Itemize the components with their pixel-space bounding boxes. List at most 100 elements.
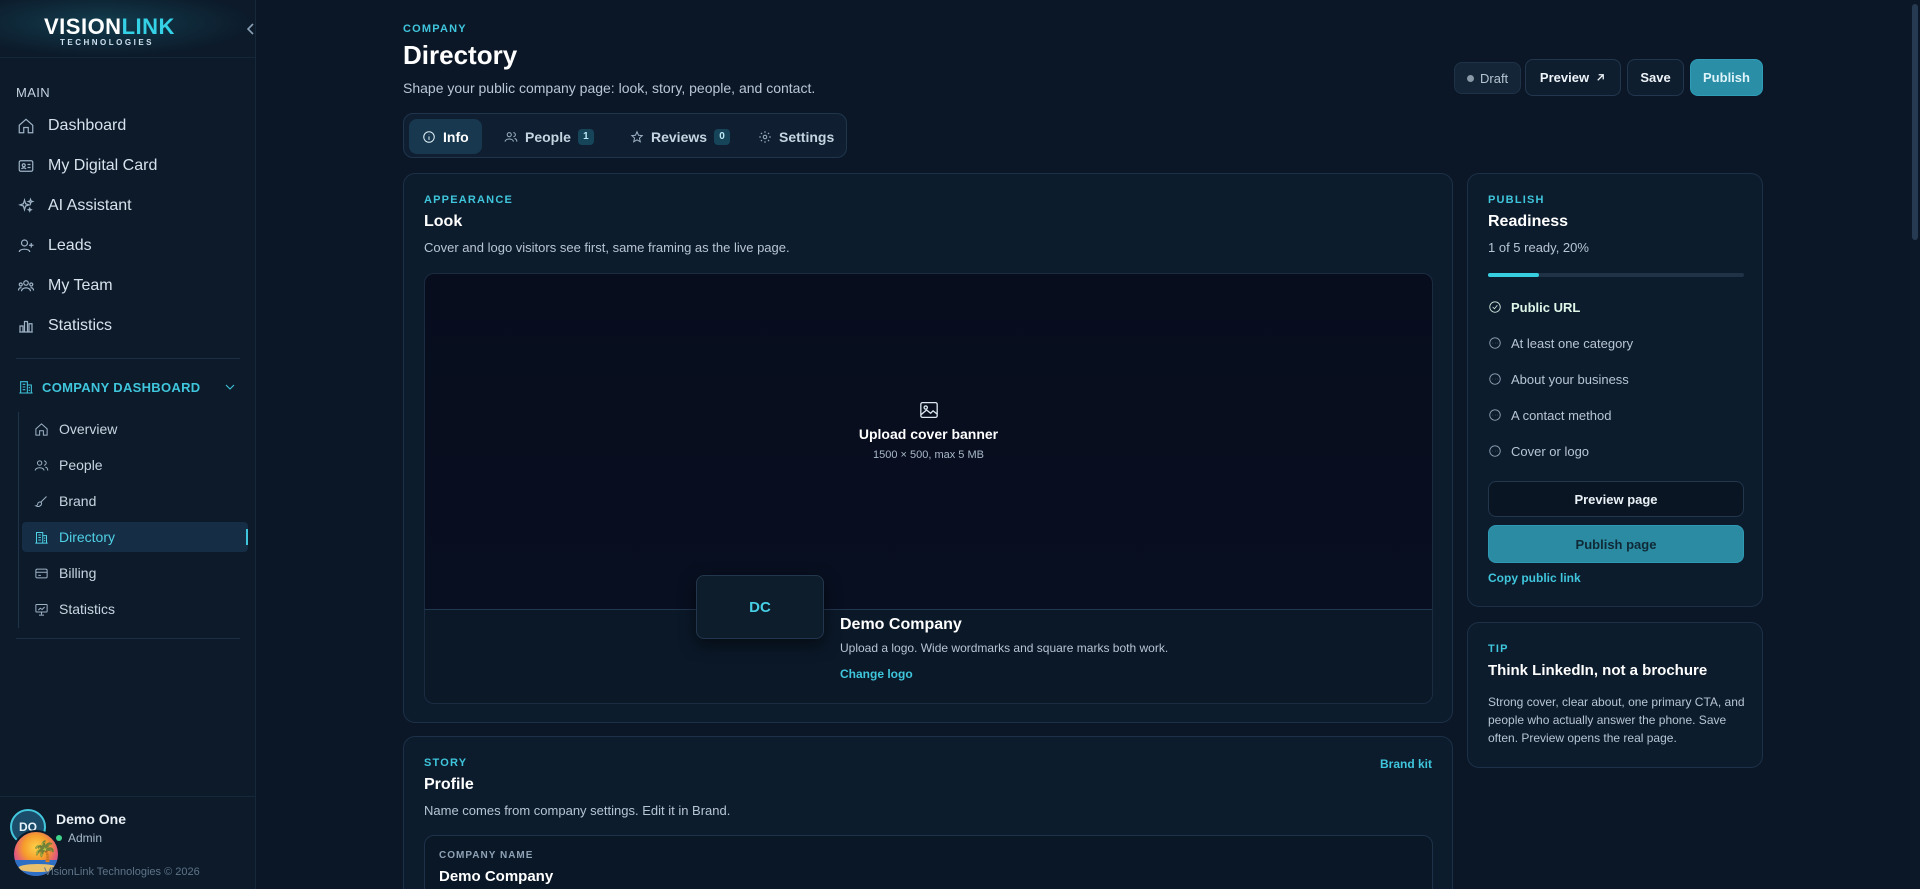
save-label: Save: [1640, 70, 1671, 85]
field-value: Demo Company: [439, 868, 554, 885]
save-button[interactable]: Save: [1627, 59, 1684, 96]
tip-card: TIP Think LinkedIn, not a brochure Stron…: [1467, 622, 1763, 768]
page-subtitle: Shape your public company page: look, st…: [403, 80, 816, 96]
sidebar-divider: [16, 358, 240, 359]
external-link-icon: [1597, 74, 1604, 81]
tab-info[interactable]: Info: [409, 119, 482, 154]
nav-item-label: My Digital Card: [48, 157, 158, 174]
chevron-down-icon: [225, 384, 235, 390]
tab-reviews[interactable]: Reviews 0: [617, 119, 743, 154]
users-icon: [504, 131, 518, 142]
checklist-label: Public URL: [1511, 299, 1581, 315]
checklist-item-cover-logo: Cover or logo: [1488, 441, 1589, 461]
brand-logo[interactable]: VISIONLINK TECHNOLOGIES: [44, 14, 174, 48]
logo-hint: Upload a logo. Wide wordmarks and square…: [840, 641, 1169, 655]
user-name: Demo One: [56, 811, 127, 827]
subnav-item-label: People: [59, 457, 103, 473]
nav-item-label: Dashboard: [48, 117, 127, 134]
nav-item-label: My Team: [48, 277, 113, 294]
subnav-item-overview[interactable]: Overview: [22, 414, 248, 444]
brand-word-a: VISION: [44, 14, 122, 39]
tab-bar: Info People 1 Reviews 0 Settings: [403, 113, 847, 158]
tip-body: Strong cover, clear about, one primary C…: [1488, 695, 1745, 745]
nav-item-my-team[interactable]: My Team: [16, 270, 244, 302]
building-icon: [35, 531, 48, 544]
checklist-item-about: About your business: [1488, 369, 1629, 389]
subnav-item-brand[interactable]: Brand: [22, 486, 248, 516]
readiness-progress-fill: [1488, 273, 1540, 277]
tab-settings[interactable]: Settings: [745, 119, 847, 154]
tip-title: Think LinkedIn, not a brochure: [1488, 662, 1708, 679]
subnav-guide-line: [18, 412, 19, 628]
section-description: Name comes from company settings. Edit i…: [424, 803, 731, 818]
upload-title: Upload cover banner: [858, 426, 999, 442]
checklist-label: A contact method: [1511, 407, 1612, 423]
company-dashboard-label: COMPANY DASHBOARD: [42, 379, 201, 395]
section-label-main: MAIN: [16, 85, 51, 100]
nav-item-dashboard[interactable]: Dashboard: [16, 110, 244, 142]
subnav-item-directory[interactable]: Directory: [22, 522, 248, 552]
pending-circle-icon: [1489, 409, 1501, 421]
subnav-item-label: Statistics: [59, 601, 116, 617]
cover-banner-upload[interactable]: Upload cover banner 1500 × 500, max 5 MB: [424, 273, 1433, 609]
subnav-item-billing[interactable]: Billing: [22, 558, 248, 588]
nav-item-statistics[interactable]: Statistics: [16, 310, 244, 342]
check-circle-icon: [1489, 301, 1501, 313]
preview-label: Preview: [1539, 70, 1590, 85]
main-content: COMPANY Directory Shape your public comp…: [256, 0, 1920, 889]
sidebar-divider: [16, 638, 240, 639]
user-role: Admin: [56, 831, 102, 845]
preview-button[interactable]: Preview: [1525, 59, 1621, 96]
change-logo-link[interactable]: Change logo: [840, 667, 913, 681]
scrollbar-thumb[interactable]: [1912, 4, 1918, 240]
brand-kit-link[interactable]: Brand kit: [1380, 757, 1432, 771]
subnav-item-label: Billing: [59, 565, 97, 581]
nav-item-ai-assistant[interactable]: AI Assistant: [16, 190, 244, 222]
nav-item-label: AI Assistant: [48, 197, 132, 214]
pending-circle-icon: [1489, 337, 1501, 349]
status-dot: [1467, 74, 1474, 82]
subnav-item-label: Directory: [59, 529, 116, 545]
team-icon: [16, 276, 36, 296]
tab-label: Info: [443, 128, 469, 145]
section-title: Look: [424, 213, 463, 230]
nav-item-my-digital-card[interactable]: My Digital Card: [16, 150, 244, 182]
sparkles-icon: [16, 196, 36, 216]
company-dashboard-toggle[interactable]: COMPANY DASHBOARD: [18, 374, 238, 400]
company-name: Demo Company: [840, 616, 962, 633]
section-eyebrow: APPEARANCE: [424, 194, 514, 206]
checklist-item-category: At least one category: [1488, 333, 1633, 353]
scrollbar[interactable]: [1910, 0, 1920, 889]
upload-subtitle: 1500 × 500, max 5 MB: [873, 449, 984, 461]
section-eyebrow: PUBLISH: [1488, 194, 1545, 206]
id-card-icon: [16, 156, 36, 176]
publish-card: PUBLISH Readiness 1 of 5 ready, 20% Publ…: [1467, 173, 1763, 607]
nav-item-leads[interactable]: Leads: [16, 230, 244, 262]
company-logo-upload[interactable]: DC: [696, 575, 824, 639]
brush-icon: [34, 495, 47, 507]
tab-label: Reviews: [651, 128, 708, 145]
checklist-label: At least one category: [1511, 335, 1634, 351]
page-title: Directory: [403, 40, 518, 70]
copyright: VisionLink Technologies © 2026: [44, 866, 200, 878]
pending-circle-icon: [1489, 373, 1501, 385]
bar-chart-icon: [16, 316, 36, 336]
publish-button[interactable]: Publish: [1690, 59, 1763, 96]
publish-page-button[interactable]: Publish page: [1488, 525, 1744, 563]
brand-subtitle: TECHNOLOGIES: [59, 38, 154, 47]
subnav-item-statistics[interactable]: Statistics: [22, 594, 248, 624]
subnav-item-people[interactable]: People: [22, 450, 248, 480]
preview-page-button[interactable]: Preview page: [1488, 481, 1744, 517]
sidebar: VISIONLINK TECHNOLOGIES MAIN Dashboard M…: [0, 0, 256, 889]
building-icon: [19, 381, 33, 394]
tab-label: People: [525, 128, 571, 145]
readiness-progress-bar: [1488, 273, 1744, 277]
credit-card-icon: [35, 568, 48, 578]
tab-people[interactable]: People 1: [491, 119, 607, 154]
company-name-field[interactable]: COMPANY NAME Demo Company: [424, 835, 1433, 889]
chevron-left-icon: [246, 23, 254, 35]
section-title: Profile: [424, 776, 474, 793]
checklist-item-public-url: Public URL: [1488, 297, 1580, 317]
copy-public-link[interactable]: Copy public link: [1488, 571, 1581, 585]
pending-circle-icon: [1489, 445, 1501, 457]
